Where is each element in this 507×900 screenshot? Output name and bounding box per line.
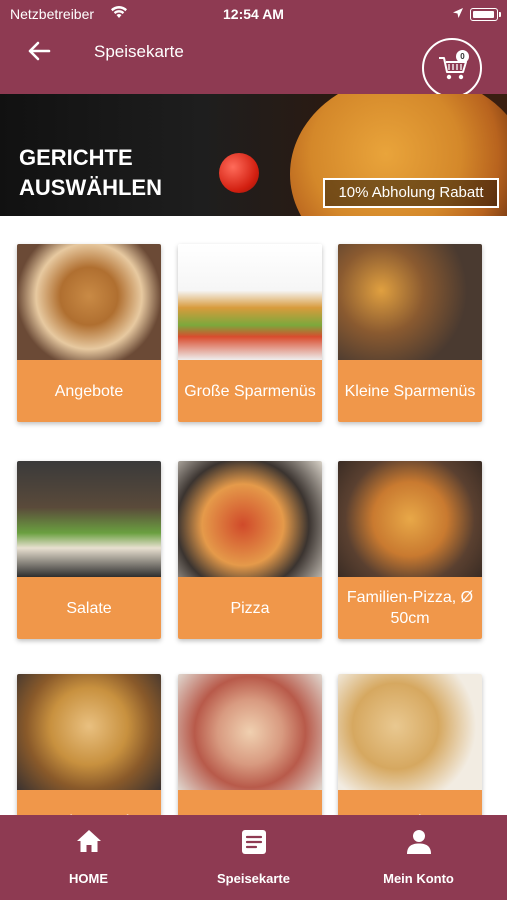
category-card-angebote[interactable]: Angebote	[17, 244, 161, 422]
category-image	[178, 461, 322, 577]
banner-heading-line2: AUSWÄHLEN	[19, 175, 162, 200]
category-grid: Angebote Große Sparmenüs Kleine Sparmenü…	[0, 216, 507, 816]
tab-mein-konto[interactable]: Mein Konto	[334, 815, 503, 900]
location-arrow-icon	[453, 8, 463, 18]
status-bar: Netzbetreiber 12:54 AM	[0, 0, 507, 30]
battery-tip	[499, 12, 501, 17]
category-card-kleine-sparmenues[interactable]: Kleine Sparmenüs	[338, 244, 482, 422]
category-card-grosse-sparmenues[interactable]: Große Sparmenüs	[178, 244, 322, 422]
category-card-calzone[interactable]: Calzone, Ø	[17, 674, 161, 816]
user-icon	[407, 830, 431, 854]
category-label: Angebote	[17, 360, 161, 422]
discount-badge: 10% Abholung Rabatt	[323, 178, 499, 208]
tab-label: HOME	[69, 871, 108, 886]
category-label: Kleine Sparmenüs	[338, 360, 482, 422]
home-icon	[77, 830, 101, 852]
menu-list-icon	[242, 830, 266, 854]
category-image	[17, 674, 161, 790]
category-label: Große Sparmenüs	[178, 360, 322, 422]
category-card-familien-pizza[interactable]: Familien-Pizza, Ø 50cm	[338, 461, 482, 639]
tab-label: Mein Konto	[383, 871, 454, 886]
category-image	[178, 244, 322, 360]
category-label: Calzone, Ø	[17, 790, 161, 816]
banner-tomato-image	[219, 153, 259, 193]
bottom-tab-bar: HOME Speisekarte Mein Konto	[0, 815, 507, 900]
category-image	[17, 461, 161, 577]
tab-home[interactable]: HOME	[4, 815, 173, 900]
category-label: Pizza	[178, 577, 322, 639]
cart-count-badge: 0	[456, 50, 469, 63]
battery-icon	[470, 8, 498, 21]
category-image	[338, 461, 482, 577]
category-card-rolls[interactable]	[178, 674, 322, 816]
category-image	[17, 244, 161, 360]
category-label: Börek -	[338, 790, 482, 816]
category-card-pizza[interactable]: Pizza	[178, 461, 322, 639]
category-label	[178, 790, 322, 816]
tab-label: Speisekarte	[217, 871, 290, 886]
back-arrow-icon[interactable]	[26, 38, 52, 64]
clock: 12:54 AM	[223, 6, 284, 22]
category-image	[178, 674, 322, 790]
category-card-salate[interactable]: Salate	[17, 461, 161, 639]
tab-speisekarte[interactable]: Speisekarte	[169, 815, 338, 900]
category-image	[338, 244, 482, 360]
cart-button[interactable]	[422, 38, 482, 98]
category-label: Salate	[17, 577, 161, 639]
category-image	[338, 674, 482, 790]
category-label: Familien-Pizza, Ø 50cm	[338, 577, 482, 639]
page-title: Speisekarte	[94, 42, 184, 61]
banner-heading-line1: GERICHTE	[19, 145, 133, 170]
category-card-boerek[interactable]: Börek -	[338, 674, 482, 816]
